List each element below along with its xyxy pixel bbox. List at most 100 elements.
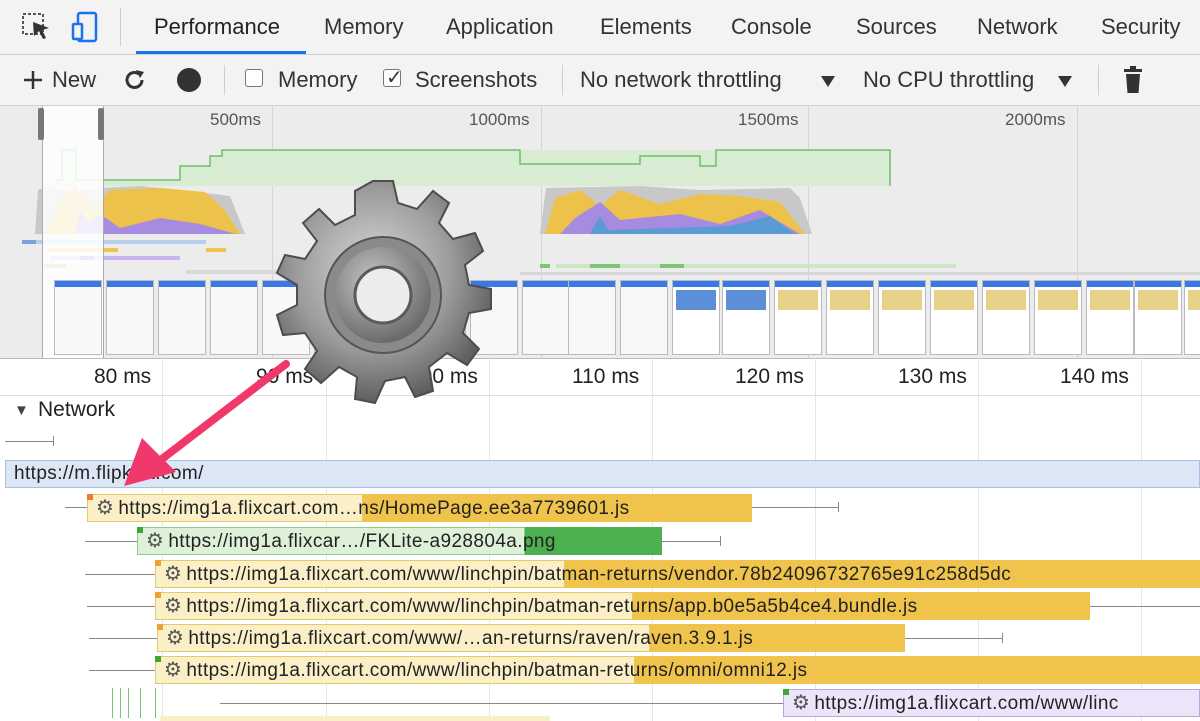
cpu-throttling-select[interactable]: No CPU throttling (863, 55, 1034, 105)
tab-security[interactable]: Security (1101, 0, 1180, 54)
tab-console[interactable]: Console (731, 0, 812, 54)
pink-arrow-icon (124, 360, 290, 486)
tab-application[interactable]: Application (446, 0, 554, 54)
network-throttling-select[interactable]: No network throttling (580, 55, 782, 105)
network-request-row[interactable]: ⚙ https://img1a.flixcart.com/www/…an-retu… (166, 624, 906, 652)
screenshot-thumbnail[interactable] (106, 280, 154, 355)
screenshots-checkbox[interactable]: ✓ (383, 67, 403, 89)
screenshot-thumbnail[interactable] (826, 280, 874, 355)
gear-icon: ⚙ (164, 659, 183, 681)
ruler-tick-label: 130 ms (898, 365, 967, 388)
toolbar-separator (562, 65, 563, 95)
trash-icon[interactable] (1122, 66, 1144, 94)
screenshot-thumbnail[interactable] (722, 280, 770, 355)
screenshots-checkbox-label: Screenshots (415, 67, 538, 92)
priority-marker (155, 656, 161, 662)
network-request-url: https://img1a.flixcart.com…ns/HomePage.e… (118, 498, 630, 519)
ruler-tick-label: 120 ms (735, 365, 804, 388)
request-whisker (752, 507, 838, 508)
request-whisker (89, 638, 157, 639)
performance-toolbar: New Memory ✓ Screenshots No network thro… (0, 55, 1200, 106)
request-whisker (905, 638, 1002, 639)
tab-network[interactable]: Network (977, 0, 1058, 54)
memory-checkbox[interactable] (245, 69, 263, 87)
request-whisker (65, 507, 87, 508)
request-whisker-cap (838, 502, 839, 512)
network-section-title[interactable]: Network (38, 397, 115, 423)
dropdown-arrow-icon[interactable] (1057, 74, 1073, 88)
network-request-url: https://img1a.flixcart.com/www/linc (814, 693, 1119, 714)
toolbar-separator (224, 65, 225, 95)
screenshot-thumbnail[interactable] (522, 280, 570, 355)
frame-marker (120, 688, 121, 718)
screenshot-thumbnail[interactable] (1086, 280, 1134, 355)
frame-marker (155, 688, 156, 718)
toolbar-separator (1098, 65, 1099, 95)
screenshot-thumbnail[interactable] (54, 280, 102, 355)
tab-performance[interactable]: Performance (154, 0, 280, 54)
network-request-bar-script (160, 716, 550, 721)
selection-handle-right[interactable] (98, 108, 104, 140)
request-whisker (220, 703, 783, 704)
gear-icon: ⚙ (792, 692, 811, 714)
request-whisker (85, 574, 155, 575)
gear-icon: ⚙ (166, 627, 185, 649)
frame-marker (112, 688, 113, 718)
priority-marker (783, 689, 789, 695)
record-icon[interactable] (177, 68, 201, 92)
priority-marker (155, 592, 161, 598)
request-whisker (5, 441, 53, 442)
network-request-url: https://img1a.flixcart.com/www/linchpin/… (186, 596, 918, 617)
screenshot-thumbnail[interactable] (620, 280, 668, 355)
screenshot-thumbnail[interactable] (1134, 280, 1182, 355)
memory-checkbox-label: Memory (278, 67, 358, 92)
tab-memory[interactable]: Memory (324, 0, 403, 54)
selection-handle-left[interactable] (38, 108, 44, 140)
gear-icon: ⚙ (96, 497, 115, 519)
network-request-row[interactable]: ⚙ https://img1a.flixcart.com/www/linchpin… (164, 560, 1200, 588)
frame-marker (128, 688, 129, 718)
dropdown-arrow-icon[interactable] (820, 74, 836, 88)
screenshot-thumbnail[interactable] (878, 280, 926, 355)
network-request-row[interactable]: ⚙ https://img1a.flixcart.com/www/linc (792, 689, 1200, 717)
inspect-element-icon[interactable] (20, 10, 54, 44)
ruler-tick-label: 140 ms (1060, 365, 1129, 388)
network-request-row[interactable]: ⚙ https://img1a.flixcart.com…ns/HomePage.… (96, 494, 756, 522)
network-request-url: https://img1a.flixcart.com/www/…an-retur… (188, 628, 754, 649)
active-tab-indicator (136, 51, 306, 54)
priority-marker (157, 624, 163, 630)
ruler-tick-label: 110 ms (572, 365, 640, 388)
network-request-row[interactable]: ⚙ https://img1a.flixcart.com/www/linchpin… (164, 656, 1200, 684)
screenshot-thumbnail[interactable] (210, 280, 258, 355)
screenshot-thumbnail[interactable] (1184, 280, 1200, 355)
tab-elements[interactable]: Elements (600, 0, 692, 54)
screenshot-thumbnail[interactable] (568, 280, 616, 355)
network-request-url: https://img1a.flixcart.com/www/linchpin/… (186, 564, 1012, 585)
device-toolbar-icon[interactable] (70, 10, 104, 44)
priority-marker (155, 560, 161, 566)
network-request-row[interactable]: ⚙ https://img1a.flixcar…/FKLite-a928804a.… (146, 527, 662, 555)
screenshot-thumbnail[interactable] (930, 280, 978, 355)
request-whisker (1090, 606, 1200, 607)
request-whisker (662, 541, 720, 542)
screenshot-thumbnail[interactable] (982, 280, 1030, 355)
request-whisker-cap (720, 536, 721, 546)
network-request-row[interactable]: ⚙ https://img1a.flixcart.com/www/linchpin… (164, 592, 1094, 620)
tab-sources[interactable]: Sources (856, 0, 937, 54)
gear-icon: ⚙ (164, 595, 183, 617)
tab-bar-separator (120, 8, 121, 46)
priority-marker (137, 527, 143, 533)
gear-icon: ⚙ (164, 563, 183, 585)
collapse-triangle-icon[interactable]: ▼ (14, 402, 29, 419)
reload-icon[interactable] (122, 67, 148, 93)
screenshot-thumbnail[interactable] (672, 280, 720, 355)
new-recording-button[interactable]: New (52, 55, 96, 105)
request-whisker (85, 541, 137, 542)
screenshot-thumbnail[interactable] (158, 280, 206, 355)
screenshot-thumbnail[interactable] (1034, 280, 1082, 355)
checkmark-icon: ✓ (386, 67, 403, 89)
request-whisker (87, 606, 155, 607)
plus-icon[interactable] (20, 67, 46, 93)
frame-marker (140, 688, 141, 718)
screenshot-thumbnail[interactable] (774, 280, 822, 355)
